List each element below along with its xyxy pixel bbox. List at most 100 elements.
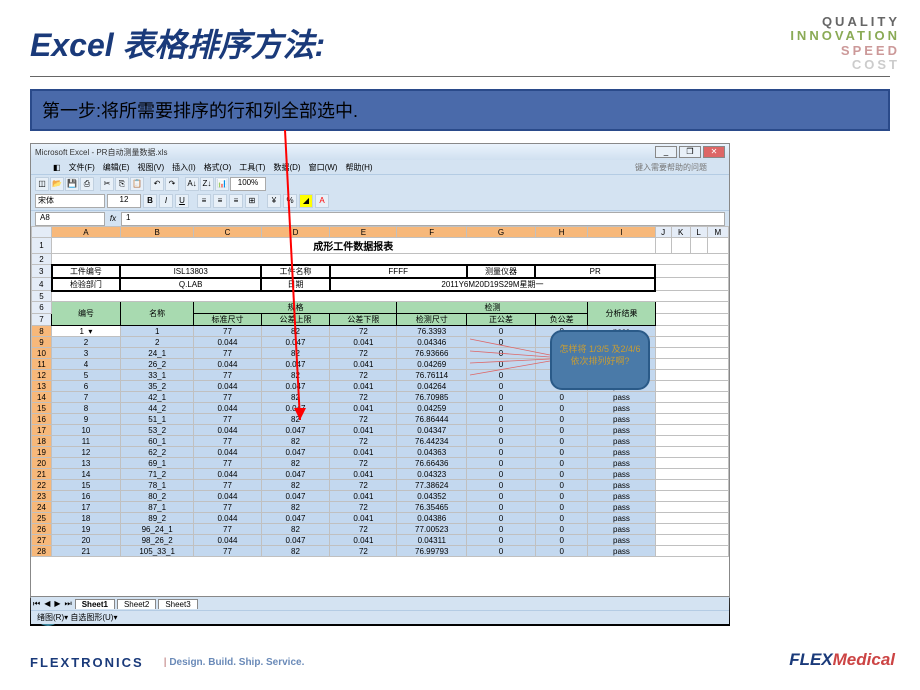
menu-format[interactable]: 格式(O)	[202, 162, 234, 173]
menu-tools[interactable]: 工具(T)	[237, 162, 267, 173]
row-header[interactable]: 3	[32, 265, 52, 278]
col-header[interactable]: G	[467, 227, 536, 238]
row-header[interactable]: 9	[32, 337, 52, 348]
divider	[30, 76, 890, 77]
formula-bar-row: A8 fx 1	[31, 210, 729, 226]
row-header[interactable]: 26	[32, 524, 52, 535]
sheet-nav-first-icon[interactable]: ⏮	[31, 599, 42, 609]
paste-icon[interactable]: 📋	[130, 177, 144, 191]
redo-icon[interactable]: ↷	[165, 177, 179, 191]
menu-help[interactable]: 帮助(H)	[343, 162, 374, 173]
row-header[interactable]: 10	[32, 348, 52, 359]
row-header[interactable]: 18	[32, 436, 52, 447]
col-header[interactable]: A	[52, 227, 121, 238]
row-header[interactable]: 14	[32, 392, 52, 403]
sheet-tab-3[interactable]: Sheet3	[158, 599, 197, 609]
font-color-icon[interactable]: A	[315, 194, 329, 208]
save-icon[interactable]: 💾	[65, 177, 79, 191]
menu-view[interactable]: 视图(V)	[135, 162, 166, 173]
align-right-icon[interactable]: ≡	[229, 194, 243, 208]
sheet-tab-bar: ⏮ ◀ ▶ ⏭ Sheet1 Sheet2 Sheet3	[31, 596, 729, 610]
merge-icon[interactable]: ⊞	[245, 194, 259, 208]
col-header[interactable]: L	[690, 227, 707, 238]
menu-bar: ◧ 文件(F) 编辑(E) 视图(V) 插入(I) 格式(O) 工具(T) 数据…	[31, 160, 729, 174]
sheet-nav-next-icon[interactable]: ▶	[52, 599, 62, 608]
italic-icon[interactable]: I	[159, 194, 173, 208]
currency-icon[interactable]: ¥	[267, 194, 281, 208]
row-header[interactable]: 19	[32, 447, 52, 458]
col-header[interactable]: C	[194, 227, 261, 238]
menu-insert[interactable]: 插入(I)	[170, 162, 198, 173]
row-header[interactable]: 4	[32, 278, 52, 291]
row-header[interactable]: 1	[32, 238, 52, 254]
menu-window[interactable]: 窗口(W)	[307, 162, 340, 173]
help-search[interactable]: 键入需要帮助的问题	[633, 162, 709, 173]
font-size-dropdown[interactable]: 12	[107, 194, 141, 208]
row-header[interactable]: 2	[32, 254, 52, 265]
row-header[interactable]: 16	[32, 414, 52, 425]
underline-icon[interactable]: U	[175, 194, 189, 208]
sort-desc-icon[interactable]: Z↓	[200, 177, 214, 191]
row-header[interactable]: 22	[32, 480, 52, 491]
sort-asc-icon[interactable]: A↓	[185, 177, 199, 191]
col-header[interactable]: E	[330, 227, 397, 238]
col-header[interactable]: B	[120, 227, 194, 238]
row-header[interactable]: 15	[32, 403, 52, 414]
col-header[interactable]: M	[707, 227, 728, 238]
col-header[interactable]: K	[671, 227, 690, 238]
col-header[interactable]: H	[535, 227, 588, 238]
row-header[interactable]: 23	[32, 491, 52, 502]
row-header[interactable]: 12	[32, 370, 52, 381]
cut-icon[interactable]: ✂	[100, 177, 114, 191]
menu-file[interactable]: 文件(F)	[67, 162, 97, 173]
office-button-icon[interactable]: ◧	[51, 163, 63, 172]
row-header[interactable]: 17	[32, 425, 52, 436]
col-header[interactable]: D	[261, 227, 330, 238]
print-icon[interactable]: ⎙	[80, 177, 94, 191]
row-header[interactable]: 7	[32, 314, 52, 326]
row-header[interactable]: 25	[32, 513, 52, 524]
menu-data[interactable]: 数据(D)	[271, 162, 302, 173]
col-header[interactable]: J	[655, 227, 671, 238]
col-header[interactable]: F	[397, 227, 467, 238]
row-header[interactable]: 5	[32, 291, 52, 302]
close-button[interactable]: ✕	[703, 146, 725, 158]
zoom-dropdown[interactable]: 100%	[230, 177, 266, 191]
row-header[interactable]: 27	[32, 535, 52, 546]
maximize-button[interactable]: ❐	[679, 146, 701, 158]
open-icon[interactable]: 📂	[50, 177, 64, 191]
new-icon[interactable]: ◫	[35, 177, 49, 191]
worksheet-grid[interactable]: ABCDEFGHIJKLM1成形工件数据报表23工件编号ISL13803工件名称…	[31, 226, 729, 596]
bold-icon[interactable]: B	[143, 194, 157, 208]
connector-lines	[470, 335, 560, 415]
row-header[interactable]: 20	[32, 458, 52, 469]
sheet-tab-2[interactable]: Sheet2	[117, 599, 156, 609]
window-titlebar: Microsoft Excel - PR自动测量数据.xls _ ❐ ✕	[31, 144, 729, 160]
menu-edit[interactable]: 编辑(E)	[101, 162, 132, 173]
row-header[interactable]: 13	[32, 381, 52, 392]
name-box[interactable]: A8	[35, 212, 105, 226]
align-left-icon[interactable]: ≡	[197, 194, 211, 208]
formula-bar[interactable]: 1	[121, 212, 725, 226]
font-name-dropdown[interactable]: 宋体	[35, 194, 105, 208]
fx-icon[interactable]: fx	[105, 214, 121, 223]
row-header[interactable]: 28	[32, 546, 52, 557]
row-header[interactable]: 24	[32, 502, 52, 513]
copy-icon[interactable]: ⎘	[115, 177, 129, 191]
sheet-nav-prev-icon[interactable]: ◀	[42, 599, 52, 608]
row-header[interactable]: 21	[32, 469, 52, 480]
fill-color-icon[interactable]: ◢	[299, 194, 313, 208]
undo-icon[interactable]: ↶	[150, 177, 164, 191]
row-header[interactable]: 6	[32, 302, 52, 314]
minimize-button[interactable]: _	[655, 146, 677, 158]
row-header[interactable]: 11	[32, 359, 52, 370]
sheet-tab-1[interactable]: Sheet1	[75, 599, 115, 609]
sheet-nav-last-icon[interactable]: ⏭	[63, 599, 74, 609]
percent-icon[interactable]: %	[283, 194, 297, 208]
step-instruction: 第一步:将所需要排序的行和列全部选中.	[30, 89, 890, 131]
col-header[interactable]: I	[588, 227, 655, 238]
row-header[interactable]: 8	[32, 326, 52, 337]
align-center-icon[interactable]: ≡	[213, 194, 227, 208]
chart-icon[interactable]: 📊	[215, 177, 229, 191]
standard-toolbar: ◫ 📂 💾 ⎙ ✂ ⎘ 📋 ↶ ↷ A↓ Z↓ 📊 100%	[31, 174, 729, 192]
